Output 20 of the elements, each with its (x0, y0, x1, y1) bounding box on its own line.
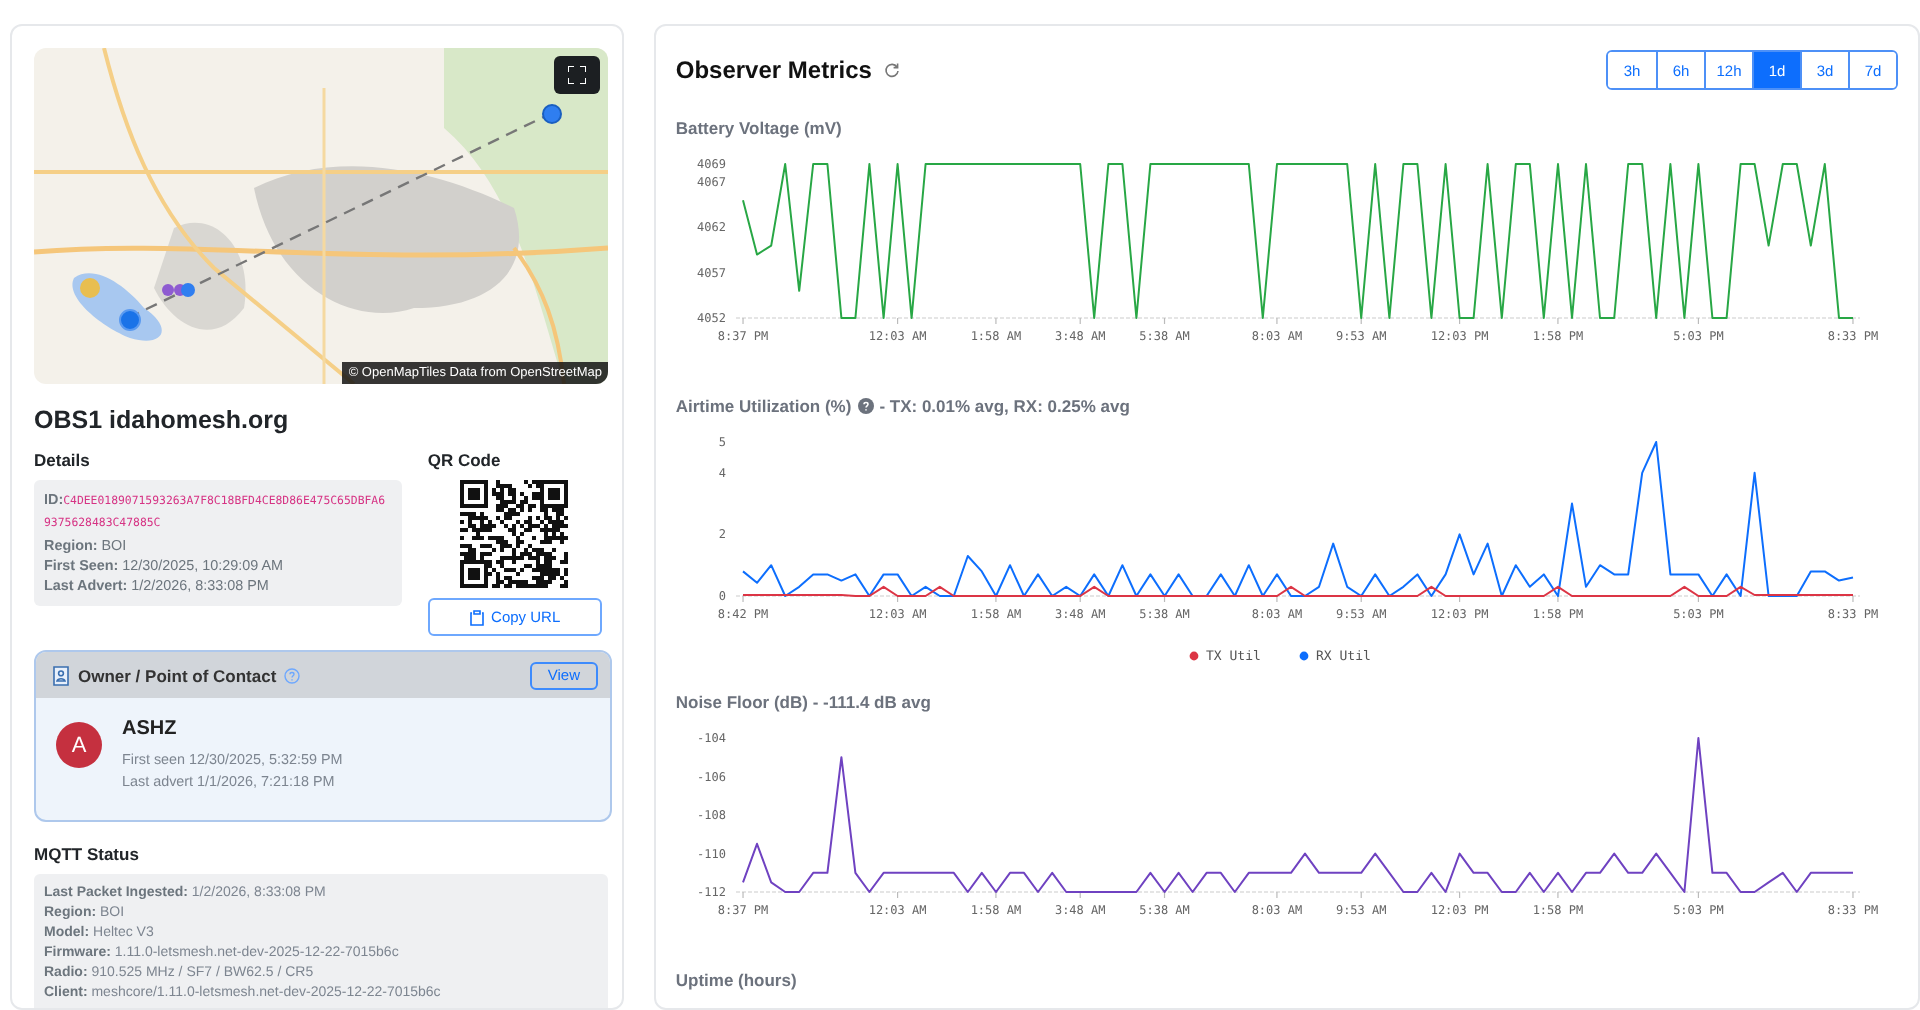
section-heading: MQTT Status (34, 844, 141, 864)
help-icon[interactable] (857, 398, 874, 414)
expand-button[interactable] (554, 56, 600, 94)
section-heading: Details (34, 450, 92, 470)
owner-name: ASHZ (122, 718, 179, 740)
chart-title: Battery Voltage (mV) (675, 118, 842, 138)
refresh-icon[interactable] (883, 62, 900, 78)
qr-code (460, 480, 569, 588)
clipboard-icon (469, 609, 484, 625)
chart-title: Airtime Utilization (%) (675, 396, 852, 416)
chart-summary: - TX: 0.01% avg, RX: 0.25% avg (879, 396, 1130, 416)
contact-icon (52, 665, 70, 685)
section-heading: QR Code (427, 450, 501, 470)
chart-title: Uptime (hours) (675, 970, 797, 990)
observer-title: OBS1 idahomesh.org (34, 406, 291, 434)
expand-icon (568, 66, 586, 84)
panel-title: Observer Metrics (675, 56, 872, 84)
avatar: A (56, 722, 102, 768)
owner-heading: Owner / Point of Contact (78, 665, 277, 685)
chart-title: Noise Floor (dB) - -111.4 dB avg (675, 692, 931, 712)
